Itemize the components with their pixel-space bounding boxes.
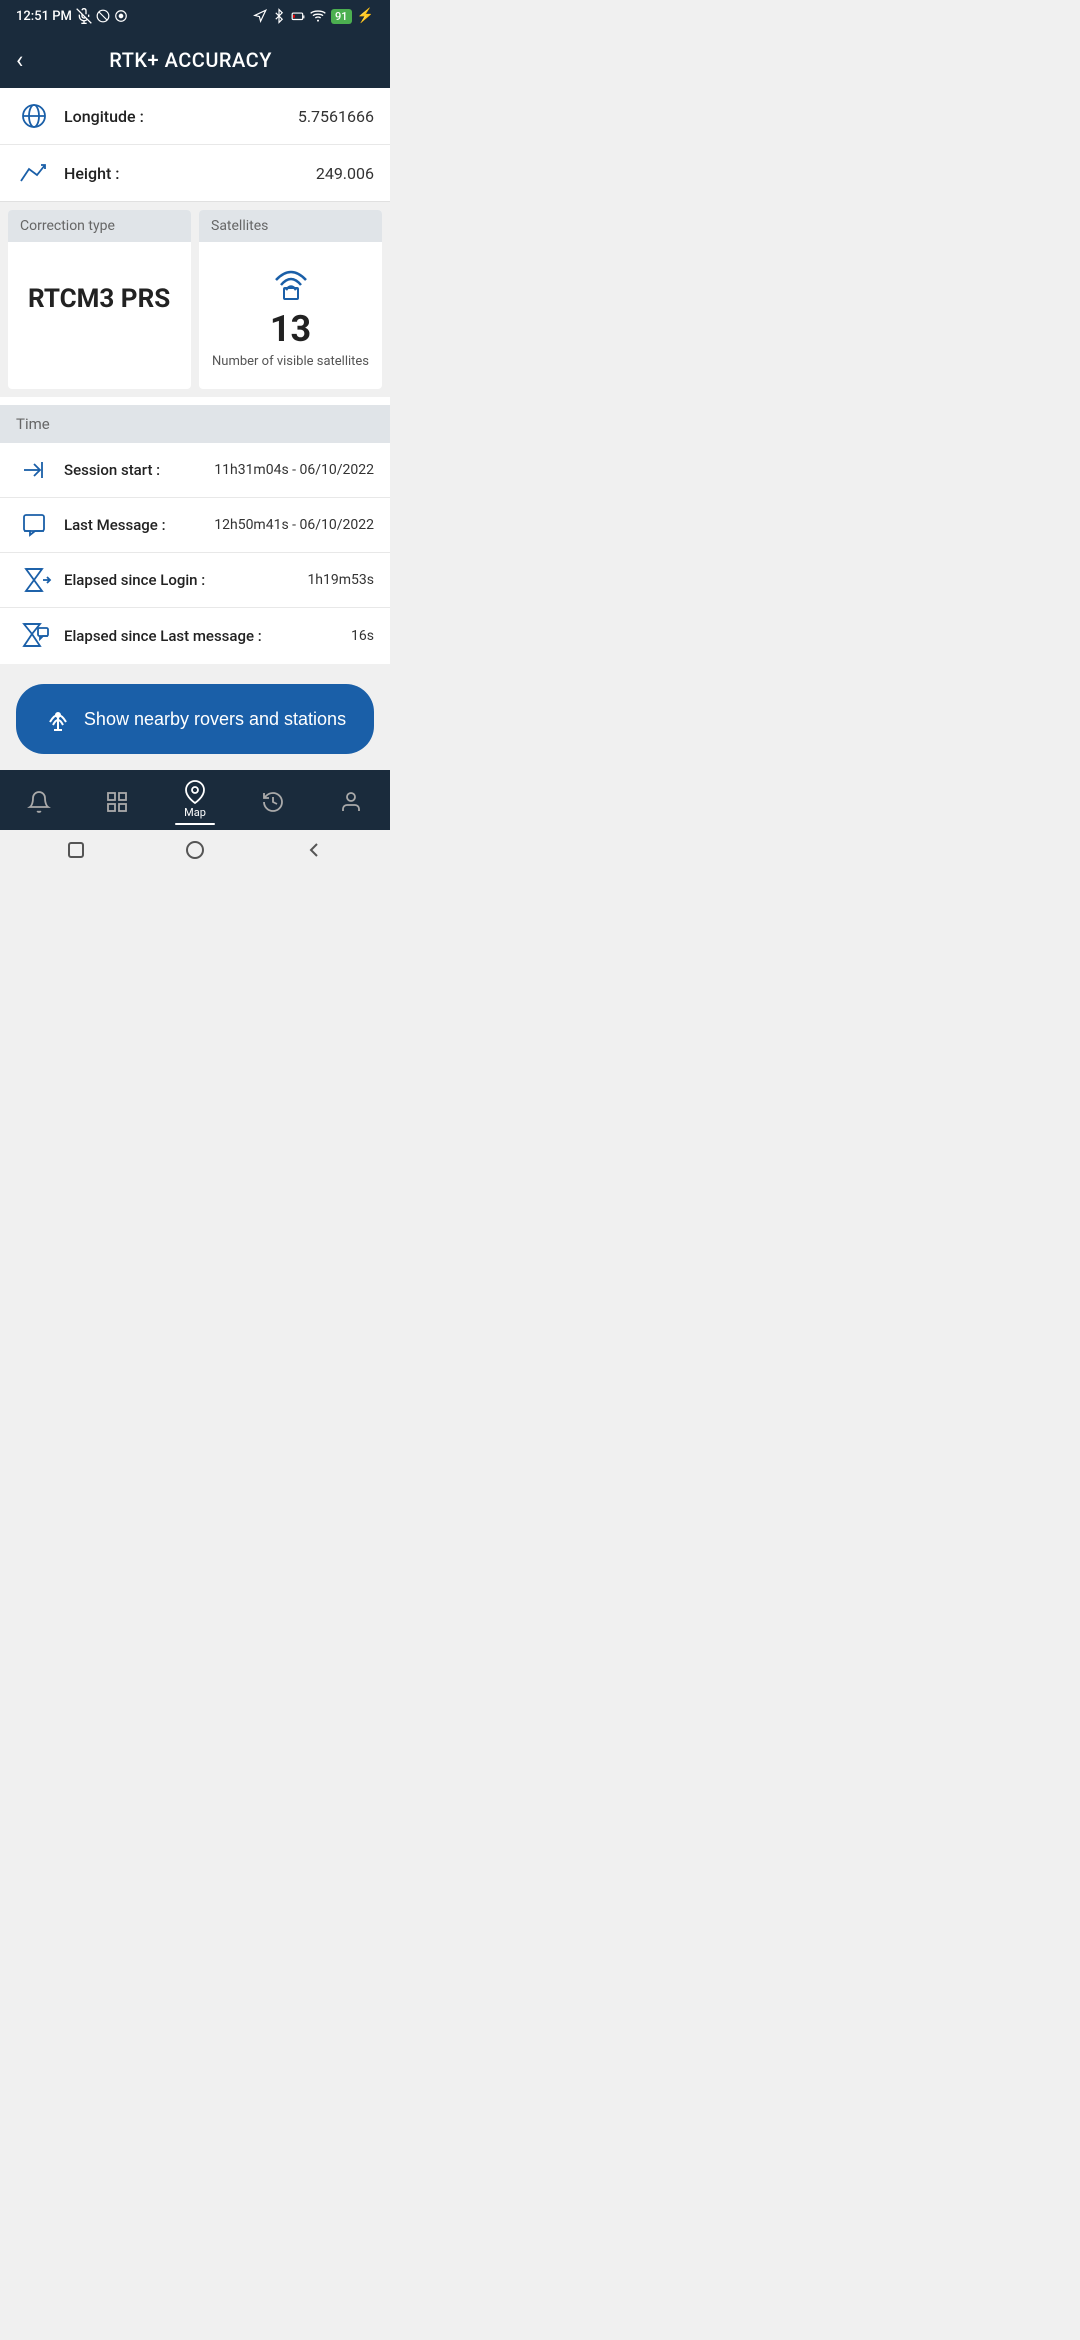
status-bar: 12:51 PM 91 ⚡ bbox=[0, 0, 390, 32]
elapsed-login-value: 1h19m53s bbox=[307, 572, 374, 588]
elapsed-login-label: Elapsed since Login : bbox=[64, 571, 307, 589]
height-value: 249.006 bbox=[316, 164, 374, 183]
longitude-label: Longitude : bbox=[64, 107, 298, 126]
correction-body: RTCM3 PRS bbox=[8, 242, 191, 352]
longitude-value: 5.7561666 bbox=[298, 107, 374, 126]
show-nearby-button[interactable]: Show nearby rovers and stations bbox=[16, 684, 374, 754]
status-icons: 91 ⚡ bbox=[253, 8, 374, 24]
satellite-label: Number of visible satellites bbox=[212, 354, 369, 369]
tower-icon bbox=[44, 702, 72, 730]
elapsed-login-row: Elapsed since Login : 1h19m53s bbox=[0, 553, 390, 608]
android-square-button[interactable] bbox=[66, 840, 86, 864]
android-nav bbox=[0, 830, 390, 874]
last-message-value: 12h50m41s - 06/10/2022 bbox=[214, 517, 374, 533]
elapsed-login-icon bbox=[16, 567, 52, 593]
android-back-button[interactable] bbox=[304, 840, 324, 864]
android-back-icon bbox=[304, 840, 324, 860]
nearby-icon bbox=[44, 702, 72, 736]
longitude-row: Longitude : 5.7561666 bbox=[0, 88, 390, 145]
battery-low-icon bbox=[291, 9, 305, 23]
wifi-icon bbox=[310, 9, 326, 23]
height-row: Height : 249.006 bbox=[0, 145, 390, 201]
nav-profile[interactable] bbox=[312, 790, 390, 814]
correction-header: Correction type bbox=[8, 210, 191, 242]
last-message-label: Last Message : bbox=[64, 516, 214, 534]
last-message-icon bbox=[16, 512, 52, 538]
map-nav-indicator bbox=[175, 823, 215, 825]
main-content: Longitude : 5.7561666 Height : 249.006 C… bbox=[0, 88, 390, 770]
status-time: 12:51 PM bbox=[16, 8, 128, 24]
session-start-row: Session start : 11h31m04s - 06/10/2022 bbox=[0, 443, 390, 498]
page-title: RTK+ ACCURACY bbox=[39, 48, 342, 72]
satellite-count: 13 bbox=[270, 308, 311, 350]
mute-icon bbox=[76, 8, 92, 24]
bluetooth-icon bbox=[272, 9, 286, 23]
height-label: Height : bbox=[64, 164, 316, 183]
longitude-icon bbox=[16, 102, 52, 130]
nav-history[interactable] bbox=[234, 790, 312, 814]
location-off-icon bbox=[96, 9, 110, 23]
elapsed-last-row: Elapsed since Last message : 16s bbox=[0, 608, 390, 664]
last-message-row: Last Message : 12h50m41s - 06/10/2022 bbox=[0, 498, 390, 553]
bell-icon bbox=[27, 790, 51, 814]
nav-map[interactable]: Map bbox=[156, 780, 234, 825]
satellites-card: Satellites 13 Number of visible satellit… bbox=[199, 210, 382, 389]
location-section: Longitude : 5.7561666 Height : 249.006 bbox=[0, 88, 390, 202]
android-circle-icon bbox=[185, 840, 205, 860]
satellites-body: 13 Number of visible satellites bbox=[199, 242, 382, 389]
satellite-signal-icon bbox=[266, 258, 316, 300]
header: ‹ RTK+ ACCURACY bbox=[0, 32, 390, 88]
elapsed-last-label: Elapsed since Last message : bbox=[64, 627, 351, 645]
map-nav-label: Map bbox=[184, 806, 206, 819]
correction-value: RTCM3 PRS bbox=[20, 284, 179, 314]
battery-percent: 91 bbox=[331, 9, 352, 24]
session-start-value: 11h31m04s - 06/10/2022 bbox=[214, 462, 374, 478]
nav-shape[interactable] bbox=[78, 790, 156, 814]
session-start-label: Session start : bbox=[64, 461, 214, 479]
height-icon bbox=[16, 159, 52, 187]
bottom-nav: Map bbox=[0, 770, 390, 830]
elapsed-last-value: 16s bbox=[351, 628, 374, 644]
android-home-button[interactable] bbox=[185, 840, 205, 864]
session-start-icon bbox=[16, 457, 52, 483]
map-pin-icon bbox=[183, 780, 207, 804]
nav-notifications[interactable] bbox=[0, 790, 78, 814]
elapsed-last-icon bbox=[16, 622, 52, 650]
correction-card: Correction type RTCM3 PRS bbox=[8, 210, 191, 389]
time-header: Time bbox=[0, 405, 390, 443]
navigation-icon bbox=[253, 9, 267, 23]
user-icon bbox=[339, 790, 363, 814]
clock-refresh-icon bbox=[261, 790, 285, 814]
nearby-button-label: Show nearby rovers and stations bbox=[84, 709, 346, 730]
charging-icon: ⚡ bbox=[357, 8, 374, 24]
circle-icon bbox=[114, 9, 128, 23]
back-button[interactable]: ‹ bbox=[16, 46, 23, 74]
satellites-header: Satellites bbox=[199, 210, 382, 242]
button-section: Show nearby rovers and stations bbox=[0, 664, 390, 770]
time-section: Time Session start : 11h31m04s - 06/10/2… bbox=[0, 405, 390, 664]
android-square-icon bbox=[66, 840, 86, 860]
correction-satellites-row: Correction type RTCM3 PRS Satellites 13 … bbox=[0, 202, 390, 397]
shape-icon bbox=[105, 790, 129, 814]
